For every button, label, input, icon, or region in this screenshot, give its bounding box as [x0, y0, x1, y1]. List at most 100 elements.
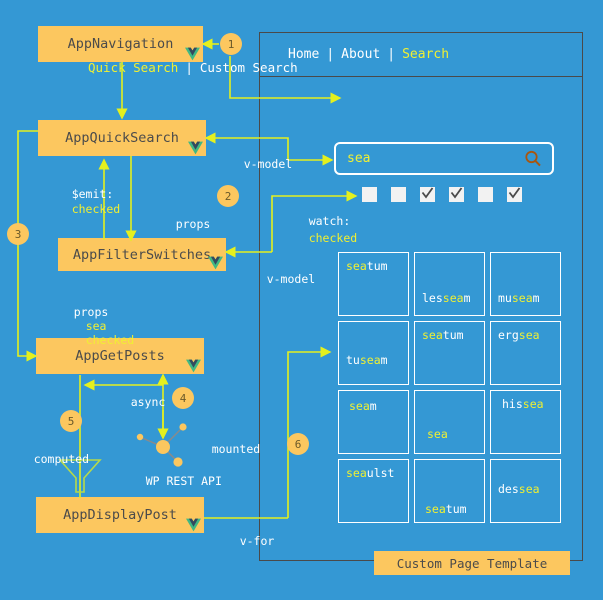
- marker-label: 2: [224, 189, 232, 203]
- marker-label: 6: [294, 437, 302, 451]
- result-pre: tu: [346, 353, 360, 367]
- label-text: v-model: [243, 157, 293, 171]
- marker-label: 3: [14, 227, 22, 241]
- result-post: tum: [445, 502, 467, 516]
- label-wp-rest-api: WP REST API: [118, 460, 222, 502]
- filter-checkbox-2[interactable]: [391, 187, 406, 202]
- label-text: mounted: [211, 442, 261, 456]
- search-input-value: sea: [347, 151, 371, 166]
- label-text: WP REST API: [145, 474, 222, 488]
- result-cell[interactable]: dessea: [490, 459, 561, 523]
- label-async: async: [103, 381, 166, 423]
- marker-5: 5: [60, 410, 82, 432]
- nav-separator: |: [387, 47, 396, 62]
- marker-label: 4: [179, 391, 187, 405]
- component-appnavigation[interactable]: AppNavigation: [38, 26, 203, 62]
- nav-item-search[interactable]: Search: [402, 47, 449, 62]
- filter-checkbox-4[interactable]: [449, 187, 464, 202]
- nav-separator: |: [326, 47, 335, 62]
- vue-logo-icon: [208, 256, 223, 270]
- marker-4: 4: [172, 387, 194, 409]
- filter-switches: [362, 187, 522, 202]
- filter-checkbox-5[interactable]: [478, 187, 493, 202]
- marker-1: 1: [220, 33, 242, 55]
- label-props-1: props: [148, 203, 211, 245]
- label-computed: computed: [6, 438, 89, 480]
- result-pre: des: [498, 482, 519, 496]
- tab-separator: |: [185, 60, 193, 75]
- filter-checkbox-1[interactable]: [362, 187, 377, 202]
- label-emit-checked-2: checked: [44, 188, 120, 230]
- marker-3: 3: [7, 223, 29, 245]
- marker-label: 1: [227, 37, 235, 51]
- result-cell[interactable]: hissea: [490, 390, 561, 454]
- result-cell[interactable]: tuseam: [338, 321, 409, 385]
- result-post: m: [380, 353, 388, 367]
- search-results-grid: seatum lesseam museam tuseam seatum ergs…: [338, 252, 568, 523]
- result-highlight: sea: [518, 482, 540, 496]
- result-cell[interactable]: museam: [490, 252, 561, 316]
- result-highlight: sea: [346, 466, 367, 480]
- result-cell[interactable]: ergsea: [490, 321, 561, 385]
- search-input[interactable]: sea: [334, 142, 554, 175]
- result-pre: mu: [498, 291, 512, 305]
- vue-logo-icon: [186, 359, 201, 373]
- component-appquicksearch[interactable]: AppQuickSearch: [38, 120, 206, 156]
- custom-page-template-button[interactable]: Custom Page Template: [374, 551, 570, 575]
- result-cell[interactable]: sea: [414, 390, 485, 454]
- search-tabs: Quick Search | Custom Search: [88, 60, 298, 75]
- result-highlight: sea: [422, 328, 443, 342]
- label-props-sea-checked-3: checked: [58, 319, 134, 361]
- nav-item-about[interactable]: About: [341, 47, 380, 62]
- site-navigation: Home | About | Search: [260, 33, 582, 77]
- result-highlight: sea: [425, 502, 446, 516]
- result-highlight: sea: [349, 399, 370, 413]
- result-cell[interactable]: seam: [338, 390, 409, 454]
- vue-logo-icon: [188, 141, 203, 155]
- component-label: AppQuickSearch: [65, 130, 179, 146]
- filter-checkbox-6[interactable]: [507, 187, 522, 202]
- component-label: AppFilterSwitches: [72, 246, 212, 263]
- result-cell[interactable]: lesseam: [414, 252, 485, 316]
- result-highlight: sea: [427, 427, 448, 441]
- magnifier-icon[interactable]: [524, 150, 542, 168]
- filter-checkbox-3[interactable]: [420, 187, 435, 202]
- label-text: checked: [71, 202, 121, 216]
- tab-custom-search[interactable]: Custom Search: [200, 60, 298, 75]
- label-text: props: [175, 217, 211, 231]
- label-v-model-1: v-model: [216, 143, 292, 185]
- component-label: AppNavigation: [67, 36, 174, 52]
- result-post: m: [369, 399, 377, 413]
- label-text: v-for: [239, 534, 275, 548]
- result-post: m: [463, 291, 471, 305]
- check-icon: [421, 187, 434, 199]
- marker-label: 5: [67, 414, 75, 428]
- tab-quick-search[interactable]: Quick Search: [88, 60, 178, 75]
- result-cell[interactable]: seatum: [414, 459, 485, 523]
- marker-6: 6: [287, 433, 309, 455]
- diagram-canvas: AppNavigation AppQuickSearch AppFilterSw…: [0, 0, 603, 600]
- component-appdisplaypost[interactable]: AppDisplayPost: [36, 497, 204, 533]
- label-text: async: [130, 395, 166, 409]
- result-post: tum: [366, 259, 388, 273]
- custom-page-template-label: Custom Page Template: [396, 555, 548, 571]
- result-cell[interactable]: seaulst: [338, 459, 409, 523]
- result-post: ulst: [366, 466, 395, 480]
- result-highlight: sea: [442, 291, 464, 305]
- vue-logo-icon: [185, 47, 200, 61]
- check-icon: [508, 187, 521, 199]
- label-v-for: v-for: [212, 520, 275, 562]
- vue-logo-icon: [186, 518, 201, 532]
- result-highlight: sea: [346, 259, 367, 273]
- label-watch-checked-2: checked: [281, 217, 357, 259]
- label-text: v-model: [266, 272, 316, 286]
- result-cell[interactable]: seatum: [338, 252, 409, 316]
- result-cell[interactable]: seatum: [414, 321, 485, 385]
- label-text: computed: [33, 452, 90, 466]
- label-text: checked: [308, 231, 358, 245]
- marker-2: 2: [217, 185, 239, 207]
- component-label: AppDisplayPost: [63, 507, 177, 523]
- result-highlight: sea: [511, 291, 533, 305]
- result-pre: his: [502, 397, 523, 411]
- result-pre: erg: [498, 328, 519, 342]
